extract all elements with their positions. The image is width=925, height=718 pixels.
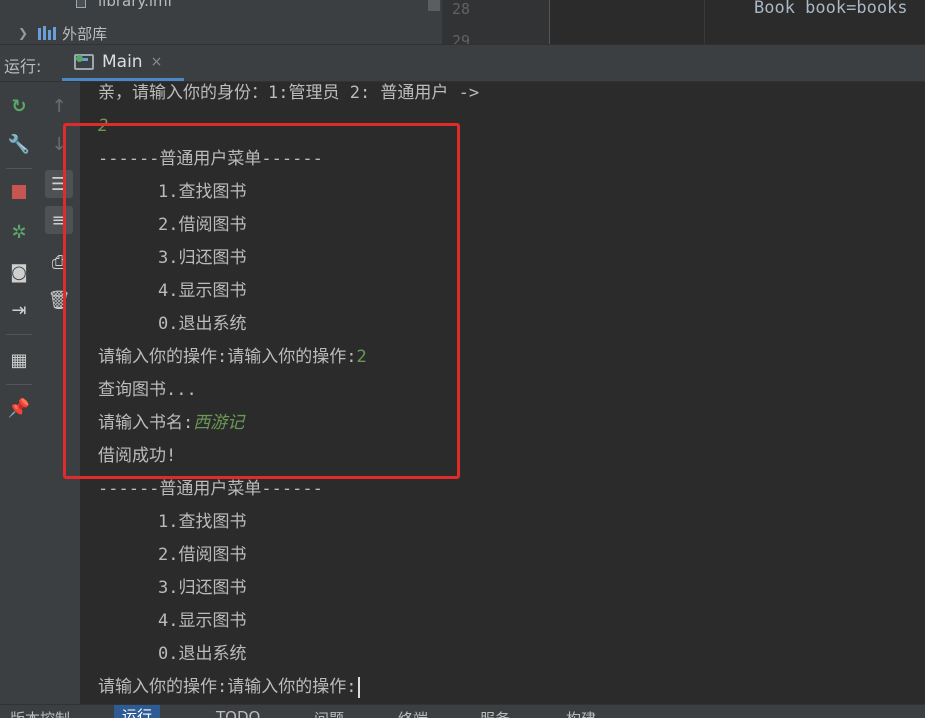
console-input-line[interactable]: 请输入你的操作:请输入你的操作: <box>98 676 361 698</box>
running-indicator-icon <box>76 55 83 62</box>
toolbar-divider <box>6 384 32 385</box>
tool-tab-build[interactable]: 构建 <box>566 708 596 718</box>
line-number: 29 <box>452 32 471 44</box>
tool-tab-todo[interactable]: TODO <box>216 708 260 718</box>
tree-item-external-libraries[interactable]: ❯ 外部库 <box>18 22 107 44</box>
tool-tab-run[interactable]: 运行 <box>114 705 161 718</box>
tree-item-label: 外部库 <box>62 24 108 43</box>
run-label: 运行: <box>4 57 42 76</box>
stop-icon[interactable] <box>5 178 33 206</box>
tab-label: Main <box>102 51 143 72</box>
console-line: 3.归还图书 <box>158 578 247 598</box>
tool-tab-problems[interactable]: 问题 <box>314 708 344 718</box>
library-icon <box>38 26 57 40</box>
tree-item-label: library.iml <box>98 0 172 10</box>
layout-icon[interactable]: ▦ <box>5 346 33 374</box>
editor-indent-guide <box>704 0 705 44</box>
wrench-icon[interactable]: 🔧 <box>5 130 33 158</box>
console-prompt: 请输入你的操作:请输入你的操作: <box>98 677 357 697</box>
chevron-right-icon[interactable]: ❯ <box>18 26 28 40</box>
console-line: 0.退出系统 <box>158 644 247 664</box>
line-number: 28 <box>452 0 471 18</box>
console-line: 4.显示图书 <box>158 611 247 631</box>
toolbar-divider <box>6 168 32 169</box>
tool-tab-terminal[interactable]: 终端 <box>398 708 428 718</box>
debug-bug-icon[interactable]: ✲ <box>5 218 33 246</box>
top-strip: library.iml ❯ 外部库 28 29 Book book=books <box>0 0 925 44</box>
rerun-icon[interactable]: ↻ <box>5 92 33 120</box>
bottom-tool-strip: 版本控制 运行 TODO 问题 终端 服务 构建 <box>0 704 925 718</box>
toolbar-divider <box>6 334 32 335</box>
red-highlight-annotation <box>63 123 460 479</box>
login-exit-icon[interactable]: ⇥ <box>5 296 33 324</box>
tool-tab-services[interactable]: 服务 <box>480 708 510 718</box>
tree-scrollbar[interactable] <box>428 0 440 11</box>
run-left-toolbar: ↻ 🔧 ✲ ◙ ⇥ ▦ 📌 <box>0 82 38 704</box>
console-line: 亲，请输入你的身份：1:管理员 2: 普通用户 -> <box>98 83 480 103</box>
pin-icon[interactable]: 📌 <box>5 394 33 422</box>
code-line[interactable]: Book book=books <box>754 0 908 18</box>
arrow-up-icon[interactable]: ↑ <box>45 92 73 120</box>
text-caret <box>358 676 361 698</box>
tool-tab-version-control[interactable]: 版本控制 <box>10 708 70 718</box>
console-line: 1.查找图书 <box>158 512 247 532</box>
tree-item-library-iml[interactable]: library.iml <box>76 0 172 12</box>
camera-icon[interactable]: ◙ <box>5 258 33 286</box>
console-line: 2.借阅图书 <box>158 545 247 565</box>
close-icon[interactable]: × <box>151 54 163 70</box>
tab-main[interactable]: Main × <box>62 45 184 81</box>
file-icon <box>76 0 86 8</box>
run-tool-window-header: 运行: Main × <box>0 44 925 82</box>
console-line: ------普通用户菜单------ <box>98 479 323 499</box>
project-tree: library.iml ❯ 外部库 <box>0 0 442 44</box>
